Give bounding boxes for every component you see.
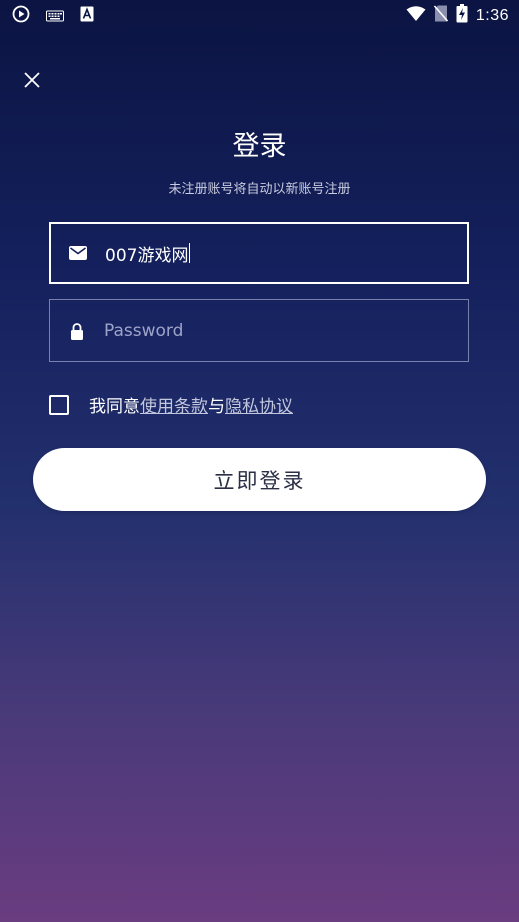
status-left-icons <box>12 5 94 27</box>
agree-prefix: 我同意 <box>89 397 140 417</box>
privacy-link[interactable]: 隐私协议 <box>225 392 293 417</box>
lock-icon <box>50 322 104 340</box>
no-sim-icon <box>433 5 448 26</box>
a-font-icon <box>80 6 94 26</box>
agree-checkbox[interactable] <box>49 394 69 415</box>
play-circle-icon <box>12 5 30 27</box>
page-title: 登录 <box>232 131 287 162</box>
login-button[interactable]: 立即登录 <box>33 448 486 511</box>
status-bar: 1:36 <box>0 0 519 30</box>
page-subtitle: 未注册账号将自动以新账号注册 <box>168 182 351 197</box>
terms-link[interactable]: 使用条款 <box>140 392 208 417</box>
email-input[interactable]: 007游戏网 <box>105 241 191 266</box>
password-field[interactable] <box>49 299 469 362</box>
close-button[interactable] <box>20 68 44 92</box>
password-input[interactable] <box>104 300 468 361</box>
agree-conjunction: 与 <box>208 397 225 417</box>
status-time: 1:36 <box>475 6 509 24</box>
email-icon <box>51 246 105 260</box>
email-field[interactable]: 007游戏网 <box>49 222 469 284</box>
status-right-icons: 1:36 <box>406 4 509 27</box>
text-caret <box>189 243 191 263</box>
battery-charging-icon <box>456 4 468 27</box>
wifi-icon <box>406 5 426 26</box>
keyboard-icon <box>46 7 64 26</box>
email-input-value: 007游戏网 <box>105 245 189 266</box>
close-icon <box>24 72 40 88</box>
agreement-row: 我同意 使用条款 与 隐私协议 <box>49 392 293 417</box>
